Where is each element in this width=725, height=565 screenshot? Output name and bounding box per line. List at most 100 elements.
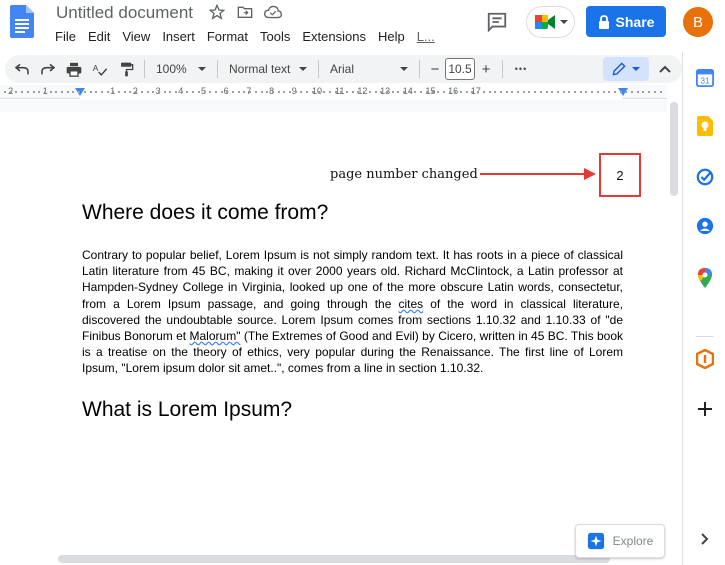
- ruler-tick: [72, 91, 75, 93]
- ruler-tick: [619, 91, 622, 93]
- ruler-tick: [317, 91, 320, 93]
- toolbar-divider: [217, 60, 218, 78]
- ruler-tick: [648, 91, 651, 93]
- zoom-select[interactable]: 100%: [150, 57, 212, 81]
- arrow-right-icon: [480, 168, 596, 180]
- ruler-tick: [517, 91, 519, 93]
- move-folder-icon[interactable]: [236, 3, 254, 21]
- ruler-tick: [214, 91, 217, 93]
- comments-icon[interactable]: [486, 11, 508, 33]
- ruler-tick: [9, 91, 12, 93]
- ruler-tick: [602, 91, 605, 93]
- menu-format[interactable]: Format: [201, 28, 254, 45]
- ruler-tick: [209, 91, 212, 93]
- menu-view[interactable]: View: [116, 28, 156, 45]
- menu-file[interactable]: File: [49, 28, 82, 45]
- redo-icon[interactable]: [35, 57, 61, 81]
- ruler-tick: [306, 91, 309, 93]
- ruler-tick: [460, 91, 462, 93]
- menu-last-edit[interactable]: L...: [411, 28, 441, 45]
- ruler-tick: [482, 91, 485, 93]
- menu-help[interactable]: Help: [372, 28, 411, 45]
- maps-icon[interactable]: [694, 267, 716, 289]
- style-select[interactable]: Normal text: [223, 57, 313, 81]
- ruler-tick: [368, 91, 371, 93]
- title-bar: Untitled document File Edit View Insert …: [0, 0, 725, 52]
- ruler-tick: [55, 91, 58, 93]
- ruler-tick: [351, 91, 354, 93]
- spelling-suggestion[interactable]: cites: [398, 297, 423, 311]
- decrease-font-size-button[interactable]: −: [425, 57, 445, 81]
- explore-sparkle-icon: [587, 532, 604, 550]
- document-page[interactable]: page number changed 2 Where does it come…: [0, 112, 667, 565]
- undo-icon[interactable]: [9, 57, 35, 81]
- ruler[interactable]: 211234567891011121314151617: [0, 85, 667, 99]
- page-number: 2: [616, 167, 624, 183]
- document-title[interactable]: Untitled document: [56, 3, 193, 23]
- ruler-tick: [277, 91, 280, 93]
- ruler-tick: [203, 91, 206, 93]
- chevron-down-icon: [400, 67, 408, 71]
- meet-button[interactable]: [526, 6, 575, 38]
- avatar[interactable]: B: [683, 7, 713, 37]
- increase-font-size-button[interactable]: +: [475, 57, 497, 81]
- ruler-tick: [266, 91, 269, 93]
- ruler-tick: [243, 91, 246, 93]
- ruler-tick: [625, 91, 628, 93]
- tasks-icon[interactable]: [694, 166, 716, 188]
- expand-icon[interactable]: [694, 528, 716, 550]
- vertical-scrollbar[interactable]: [667, 100, 682, 565]
- ruler-tick: [391, 91, 394, 93]
- svg-text:A: A: [93, 62, 99, 72]
- editing-mode-button[interactable]: [603, 57, 649, 81]
- paint-format-icon[interactable]: [113, 57, 139, 81]
- ruler-tick: [613, 91, 616, 93]
- menu-tools[interactable]: Tools: [254, 28, 296, 45]
- font-value: Arial: [330, 62, 355, 76]
- more-options-button[interactable]: •••: [508, 57, 534, 81]
- ruler-tick: [471, 91, 474, 93]
- zoom-value: 100%: [156, 62, 187, 76]
- ruler-tick: [579, 91, 582, 93]
- contacts-icon[interactable]: [694, 215, 716, 237]
- print-icon[interactable]: [61, 57, 87, 81]
- add-icon[interactable]: [694, 398, 716, 420]
- calendar-icon[interactable]: 31: [694, 67, 716, 89]
- ruler-tick: [89, 91, 92, 93]
- menu-extensions[interactable]: Extensions: [296, 28, 372, 45]
- hide-menus-button[interactable]: [653, 57, 677, 81]
- ruler-tick: [260, 91, 263, 93]
- ruler-tick: [4, 91, 6, 93]
- pencil-icon: [612, 62, 626, 76]
- spelling-suggestion[interactable]: Malorum": [190, 329, 241, 343]
- office-icon[interactable]: [694, 348, 716, 370]
- explore-button[interactable]: Explore: [575, 524, 665, 558]
- cloud-status-icon[interactable]: [264, 3, 282, 21]
- share-button[interactable]: Share: [586, 6, 666, 37]
- ruler-tick: [631, 91, 633, 93]
- vertical-scroll-thumb[interactable]: [670, 102, 678, 196]
- document-canvas: page number changed 2 Where does it come…: [0, 100, 667, 565]
- horizontal-scroll-thumb[interactable]: [58, 555, 610, 563]
- docs-logo-icon[interactable]: [10, 5, 34, 38]
- side-panel: 31: [682, 52, 725, 565]
- spellcheck-icon[interactable]: A: [87, 57, 113, 81]
- ruler-tick: [237, 91, 240, 93]
- ruler-tick: [95, 91, 98, 93]
- font-size-input[interactable]: 10.5: [445, 58, 475, 80]
- ruler-tick: [61, 91, 63, 93]
- ruler-tick: [112, 91, 115, 93]
- menu-insert[interactable]: Insert: [156, 28, 201, 45]
- ruler-tick: [488, 91, 491, 93]
- toolbar: A 100% Normal text Arial − 10.5 + •••: [5, 55, 682, 83]
- ruler-tick: [653, 91, 656, 93]
- ruler-tick: [574, 91, 576, 93]
- menu-edit[interactable]: Edit: [82, 28, 116, 45]
- ruler-tick: [129, 91, 132, 93]
- star-icon[interactable]: [208, 3, 226, 21]
- ruler-tick: [340, 91, 343, 93]
- font-select[interactable]: Arial: [324, 57, 414, 81]
- keep-icon[interactable]: [694, 115, 716, 137]
- ruler-tick: [334, 91, 337, 93]
- toolbar-divider: [318, 60, 319, 78]
